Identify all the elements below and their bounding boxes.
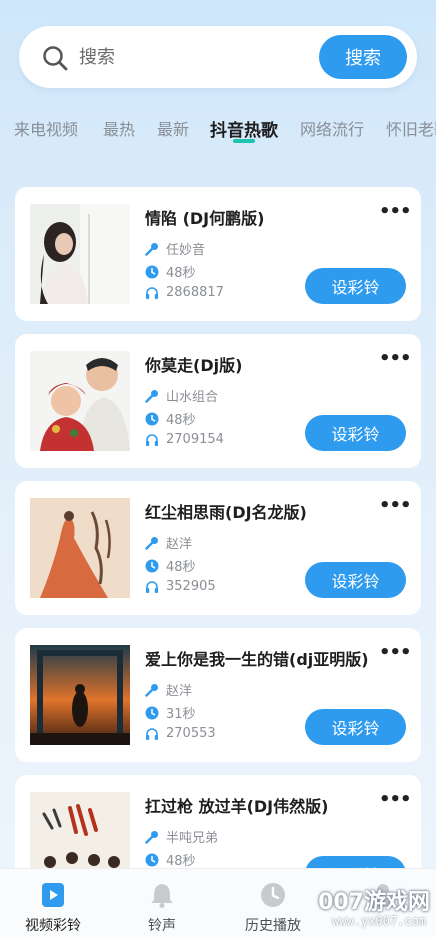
nav-profile[interactable] bbox=[333, 869, 433, 937]
artist-row: 赵洋 bbox=[145, 533, 192, 552]
microphone-icon bbox=[145, 683, 158, 697]
more-options-icon[interactable]: ••• bbox=[379, 642, 412, 663]
song-title: 情陷 (DJ何鹏版) bbox=[145, 209, 265, 228]
nav-label: 铃声 bbox=[148, 918, 176, 934]
tab-internet-popular[interactable]: 网络流行 bbox=[300, 116, 364, 140]
album-cover bbox=[30, 351, 130, 451]
song-title: 你莫走(Dj版) bbox=[145, 356, 243, 375]
song-title: 爱上你是我一生的错(dj亚明版) bbox=[145, 650, 369, 669]
clock-icon bbox=[145, 412, 159, 425]
plays-row: 270553 bbox=[145, 726, 216, 741]
song-title: 扛过枪 放过羊(DJ伟然版) bbox=[145, 797, 329, 816]
headphones-icon bbox=[146, 433, 158, 446]
more-options-icon[interactable]: ••• bbox=[379, 201, 412, 222]
headphones-icon bbox=[146, 286, 158, 299]
play-count: 2868817 bbox=[166, 285, 224, 300]
set-ringtone-button[interactable]: 设彩铃 bbox=[305, 415, 406, 451]
category-tabs: 来电视频 最热 最新 抖音热歌 网络流行 怀旧老歌 bbox=[0, 110, 436, 150]
duration-row: 48秒 bbox=[145, 409, 196, 428]
set-ringtone-button[interactable]: 设彩铃 bbox=[305, 562, 406, 598]
tab-oldies[interactable]: 怀旧老歌 bbox=[386, 116, 436, 140]
nav-history[interactable]: 历史播放 bbox=[223, 869, 323, 937]
headphones-icon bbox=[146, 580, 158, 593]
tab-newest[interactable]: 最新 bbox=[157, 116, 189, 140]
user-icon bbox=[372, 884, 394, 907]
tab-incoming-video[interactable]: 来电视频 bbox=[14, 116, 78, 140]
clock-icon bbox=[145, 706, 159, 719]
duration: 31秒 bbox=[166, 707, 196, 722]
microphone-icon bbox=[145, 536, 158, 550]
album-cover bbox=[30, 498, 130, 598]
bell-icon bbox=[151, 884, 173, 908]
nav-label: 视频彩铃 bbox=[25, 918, 81, 934]
duration-row: 48秒 bbox=[145, 850, 196, 869]
set-ringtone-button[interactable]: 设彩铃 bbox=[305, 709, 406, 745]
nav-label: 历史播放 bbox=[245, 918, 301, 934]
duration: 48秒 bbox=[166, 560, 196, 575]
duration: 48秒 bbox=[166, 854, 196, 869]
clock-icon bbox=[145, 559, 159, 572]
duration: 48秒 bbox=[166, 266, 196, 281]
tab-douyin-hits[interactable]: 抖音热歌 bbox=[210, 116, 278, 141]
microphone-icon bbox=[145, 242, 158, 256]
microphone-icon bbox=[145, 389, 158, 403]
duration: 48秒 bbox=[166, 413, 196, 428]
active-tab-indicator bbox=[233, 139, 255, 143]
set-ringtone-button[interactable]: 设彩铃 bbox=[305, 268, 406, 304]
bottom-nav: 视频彩铃 铃声 历史播放 bbox=[0, 868, 436, 937]
headphones-icon bbox=[146, 727, 158, 740]
song-card[interactable]: 情陷 (DJ何鹏版) ••• 任妙音 48秒 2868817 设彩铃 bbox=[15, 187, 421, 321]
nav-video-ringtone[interactable]: 视频彩铃 bbox=[3, 869, 103, 937]
album-cover bbox=[30, 645, 130, 745]
more-options-icon[interactable]: ••• bbox=[379, 495, 412, 516]
duration-row: 48秒 bbox=[145, 262, 196, 281]
more-options-icon[interactable]: ••• bbox=[379, 789, 412, 810]
play-count: 2709154 bbox=[166, 432, 224, 447]
microphone-icon bbox=[145, 830, 158, 844]
more-options-icon[interactable]: ••• bbox=[379, 348, 412, 369]
clock-icon bbox=[261, 883, 285, 907]
search-bar[interactable]: 搜索 bbox=[19, 26, 417, 88]
play-count: 270553 bbox=[166, 726, 216, 741]
song-card[interactable]: 爱上你是我一生的错(dj亚明版) ••• 赵洋 31秒 270553 设彩铃 bbox=[15, 628, 421, 762]
song-title: 红尘相思雨(DJ名龙版) bbox=[145, 503, 307, 522]
plays-row: 2868817 bbox=[145, 285, 224, 300]
song-card[interactable]: 你莫走(Dj版) ••• 山水组合 48秒 2709154 设彩铃 bbox=[15, 334, 421, 468]
artist-name: 半吨兄弟 bbox=[166, 831, 219, 846]
video-icon bbox=[42, 883, 64, 907]
artist-row: 赵洋 bbox=[145, 680, 192, 699]
nav-ringtones[interactable]: 铃声 bbox=[112, 869, 212, 937]
album-cover bbox=[30, 204, 130, 304]
clock-icon bbox=[145, 265, 159, 278]
artist-row: 山水组合 bbox=[145, 386, 218, 405]
clock-icon bbox=[145, 853, 159, 866]
duration-row: 31秒 bbox=[145, 703, 196, 722]
duration-row: 48秒 bbox=[145, 556, 196, 575]
search-icon bbox=[43, 46, 68, 71]
artist-name: 山水组合 bbox=[166, 390, 219, 405]
tab-hottest[interactable]: 最热 bbox=[103, 116, 135, 140]
artist-name: 赵洋 bbox=[166, 537, 193, 552]
plays-row: 352905 bbox=[145, 579, 216, 594]
play-count: 352905 bbox=[166, 579, 216, 594]
artist-name: 任妙音 bbox=[166, 243, 206, 258]
artist-row: 半吨兄弟 bbox=[145, 827, 218, 846]
search-input[interactable] bbox=[79, 42, 299, 72]
plays-row: 2709154 bbox=[145, 432, 224, 447]
artist-row: 任妙音 bbox=[145, 239, 205, 258]
artist-name: 赵洋 bbox=[166, 684, 193, 699]
song-card[interactable]: 红尘相思雨(DJ名龙版) ••• 赵洋 48秒 352905 设彩铃 bbox=[15, 481, 421, 615]
search-button[interactable]: 搜索 bbox=[319, 35, 407, 79]
